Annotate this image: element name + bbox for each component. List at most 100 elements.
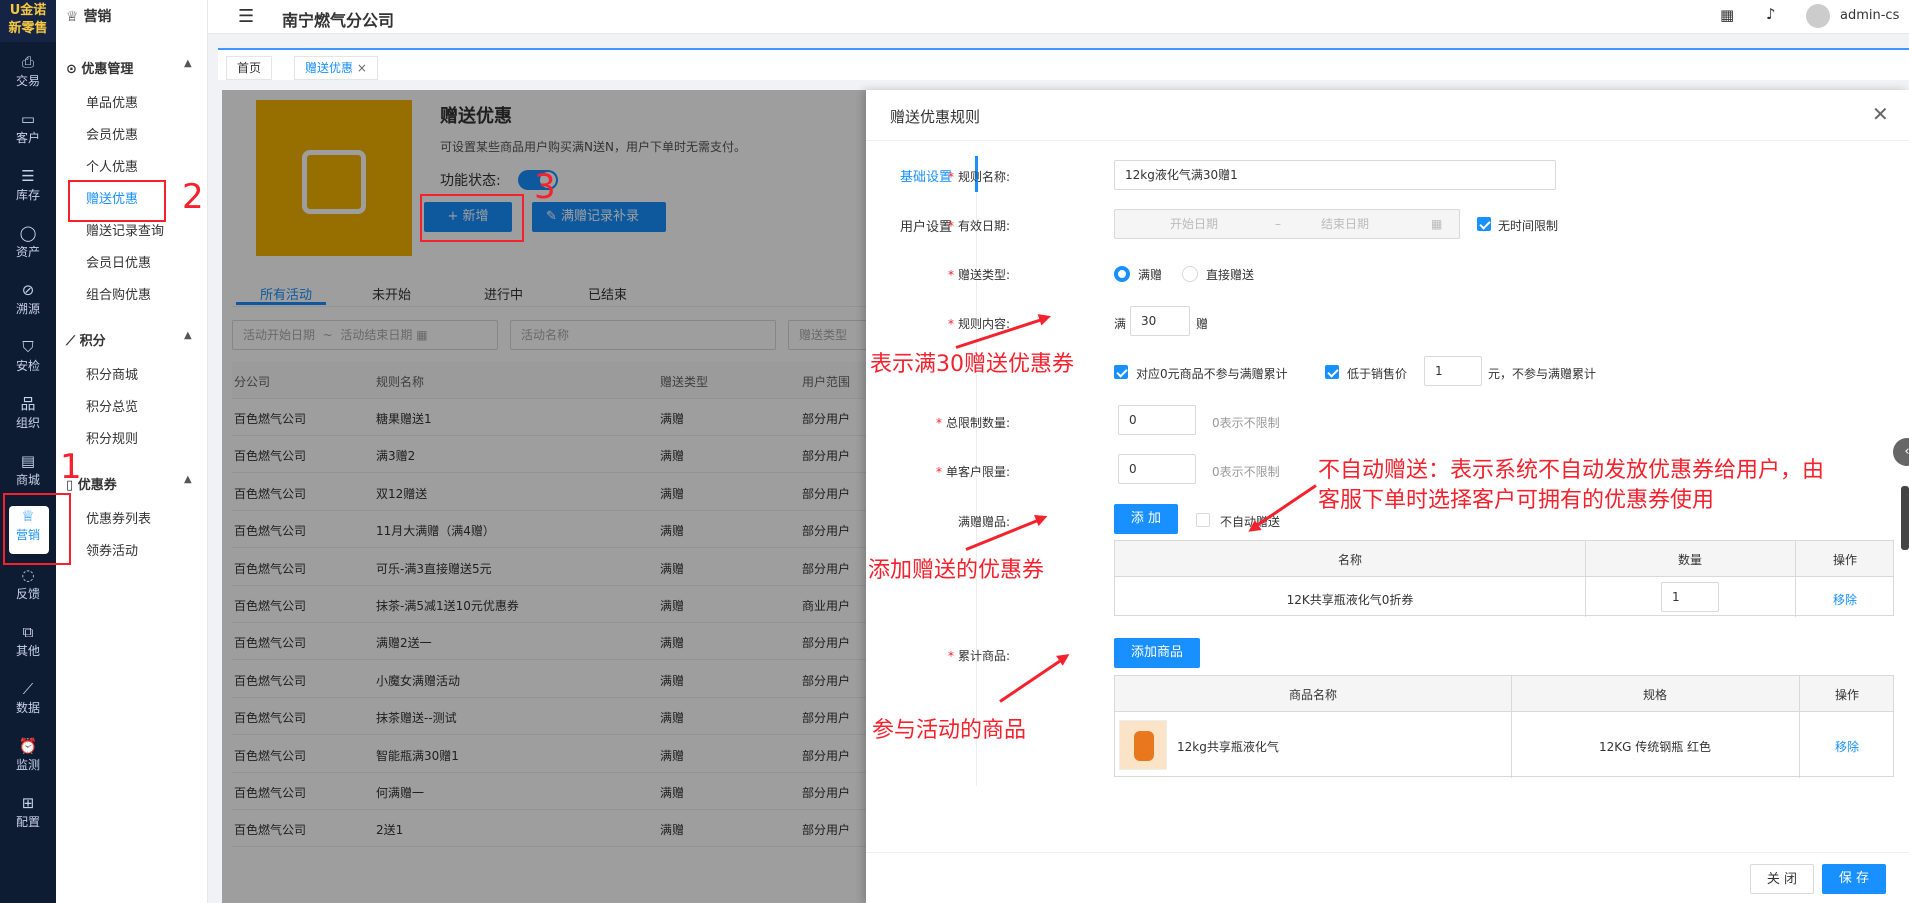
add-gift-button[interactable]: 添 加 xyxy=(1114,504,1178,534)
sidebar-item[interactable]: 组合购优惠 xyxy=(86,284,151,303)
save-button[interactable]: 保 存 xyxy=(1822,864,1886,894)
goods-row-spec: 12KG 传统钢瓶 红色 xyxy=(1598,740,1712,754)
sidebar-item[interactable]: 积分规则 xyxy=(86,428,138,447)
valid-date-range[interactable]: 开始日期 – 结束日期 ▦ xyxy=(1114,209,1460,239)
rail-item-trace[interactable]: ⊘ 溯源 xyxy=(0,278,56,332)
user-name[interactable]: admin-cs xyxy=(1840,8,1899,23)
goods-remove-link[interactable]: 移除 xyxy=(1799,738,1895,755)
sidebar-item[interactable]: 积分商城 xyxy=(86,364,138,383)
annotation-number-2: 2 xyxy=(182,177,204,217)
goods-col-spec: 规格 xyxy=(1642,688,1667,702)
sidebar-item[interactable]: 会员日优惠 xyxy=(86,252,151,271)
top-header: ☰ 南宁燃气分公司 ▦ ♪ admin-cs xyxy=(208,0,1909,34)
puzzle-icon: ⧉ xyxy=(22,623,34,641)
chevron-up-icon: ▲ xyxy=(184,330,192,341)
sidebar-item[interactable]: 赠送记录查询 xyxy=(86,220,164,239)
rail-item-inventory[interactable]: ☰ 库存 xyxy=(0,164,56,218)
rail-item-assets[interactable]: ◯ 资产 xyxy=(0,221,56,275)
radio-direct-gift-label: 直接赠送 xyxy=(1206,268,1255,282)
sidebar-item[interactable]: 优惠券列表 xyxy=(86,508,151,527)
gift-table: 名称 数量 操作 12K共享瓶液化气0折券 1 移除 xyxy=(1114,540,1895,617)
chat-icon: ◌ xyxy=(21,566,35,584)
modal-overlay[interactable] xyxy=(222,90,872,903)
close-button[interactable]: 关 闭 xyxy=(1750,864,1814,894)
single-limit-hint: 0表示不限制 xyxy=(1212,465,1280,479)
below-price-input[interactable]: 1 xyxy=(1424,356,1482,386)
sidebar-item[interactable]: 领券活动 xyxy=(86,540,138,559)
rail-item-config[interactable]: ⊞ 配置 xyxy=(0,791,56,845)
goods-col-op: 操作 xyxy=(1834,688,1859,702)
below-price-label: 低于销售价 xyxy=(1347,367,1408,381)
trend-icon: ⟋ xyxy=(66,334,80,349)
collapse-menu-icon[interactable]: ☰ xyxy=(238,6,254,27)
bulb-icon: ◯ xyxy=(19,224,37,242)
annotation-number-1: 1 xyxy=(60,447,82,487)
gift-col-name: 名称 xyxy=(1337,553,1362,567)
below-price-checkbox[interactable] xyxy=(1325,365,1339,379)
no-time-limit-checkbox[interactable] xyxy=(1477,217,1491,231)
gift-col-op: 操作 xyxy=(1832,553,1857,567)
rule-name-label: * 规则名称: xyxy=(947,170,1010,184)
total-limit-input[interactable]: 0 xyxy=(1118,405,1196,435)
rail-item-monitor[interactable]: ⏰ 监测 xyxy=(0,734,56,788)
content-prefix: 满 xyxy=(1114,317,1127,331)
sidebar-item[interactable]: 积分总览 xyxy=(86,396,138,415)
sidebar-title: ♕ 营销 xyxy=(66,9,112,25)
trophy-icon: ♕ xyxy=(66,9,84,25)
rail-item-other[interactable]: ⧉ 其他 xyxy=(0,620,56,674)
rail-item-customer[interactable]: ▭ 客户 xyxy=(0,107,56,161)
rule-name-input[interactable]: 12kg液化气满30赠1 xyxy=(1114,160,1556,190)
no-time-limit-label: 无时间限制 xyxy=(1498,219,1559,233)
gift-qty-input[interactable]: 1 xyxy=(1661,582,1719,612)
add-goods-button[interactable]: 添加商品 xyxy=(1114,638,1200,668)
radio-direct-gift[interactable] xyxy=(1182,266,1198,282)
company-name: 南宁燃气分公司 xyxy=(282,11,395,30)
product-thumbnail xyxy=(1119,720,1167,770)
calendar-icon: ▦ xyxy=(1431,217,1443,231)
sidebar-item[interactable]: 个人优惠 xyxy=(86,156,138,175)
list-icon: ☰ xyxy=(21,167,35,185)
annotation-no-auto: 不自动赠送：表示系统不自动发放优惠券给用户，由 xyxy=(1318,458,1825,483)
tab-gift-discount[interactable]: 赠送优惠 × xyxy=(294,56,378,80)
sidebar-group-discount[interactable]: ⊙ 优惠管理 ▲ xyxy=(66,58,192,77)
annotation-threshold: 表示满30赠送优惠券 xyxy=(870,352,1074,377)
content-suffix: 赠 xyxy=(1196,317,1209,331)
annotation-number-3: 3 xyxy=(534,167,556,207)
chart-icon: ⟋ xyxy=(22,680,34,698)
bell-icon[interactable]: ♪ xyxy=(1766,5,1776,23)
gift-remove-link[interactable]: 移除 xyxy=(1795,591,1895,608)
shield-icon: ⛉ xyxy=(22,338,34,356)
chevron-up-icon: ▲ xyxy=(184,474,192,485)
below-price-suffix: 元，不参与满赠累计 xyxy=(1488,367,1597,381)
radio-full-gift[interactable] xyxy=(1114,266,1130,282)
rail-item-inspection[interactable]: ⛉ 安检 xyxy=(0,335,56,389)
rail-item-trade[interactable]: ⎙ 交易 xyxy=(0,50,56,104)
single-limit-input[interactable]: 0 xyxy=(1118,454,1196,484)
close-icon[interactable]: ✕ xyxy=(1872,102,1889,126)
rail-item-org[interactable]: 品组织 xyxy=(0,392,56,446)
page-tabs: 首页 赠送优惠 × xyxy=(218,48,1909,80)
side-dock[interactable] xyxy=(1901,486,1909,550)
goods-table: 商品名称 规格 操作 12kg共享瓶液化气 12KG 传统钢瓶 红色 移除 xyxy=(1114,675,1895,778)
grid-icon: ⊞ xyxy=(21,794,35,812)
exclude-zero-label: 对应0元商品不参与满赠累计 xyxy=(1136,367,1288,381)
close-icon[interactable]: × xyxy=(357,61,367,75)
exclude-zero-checkbox[interactable] xyxy=(1114,365,1128,379)
threshold-input[interactable]: 30 xyxy=(1130,306,1190,336)
rail-item-data[interactable]: ⟋ 数据 xyxy=(0,677,56,731)
sidebar-item[interactable]: 单品优惠 xyxy=(86,92,138,111)
sidebar-group-points[interactable]: ⟋ 积分 ▲ xyxy=(66,330,192,349)
total-limit-label: * 总限制数量: xyxy=(935,416,1010,430)
gift-label: 满赠赠品: xyxy=(957,515,1010,529)
qrcode-icon[interactable]: ▦ xyxy=(1720,6,1734,24)
tab-home[interactable]: 首页 xyxy=(226,56,273,80)
no-auto-gift-checkbox[interactable] xyxy=(1196,513,1210,527)
sidebar-item[interactable]: 会员优惠 xyxy=(86,124,138,143)
valid-date-label: * 有效日期: xyxy=(947,219,1010,233)
gift-row-name: 12K共享瓶液化气0折券 xyxy=(1286,593,1414,607)
annotation-box-add xyxy=(420,194,524,242)
rail-item-feedback[interactable]: ◌ 反馈 xyxy=(0,563,56,617)
goods-row-name: 12kg共享瓶液化气 xyxy=(1177,740,1279,754)
avatar[interactable] xyxy=(1806,4,1830,28)
annotation-box-gift-discount xyxy=(68,180,166,222)
